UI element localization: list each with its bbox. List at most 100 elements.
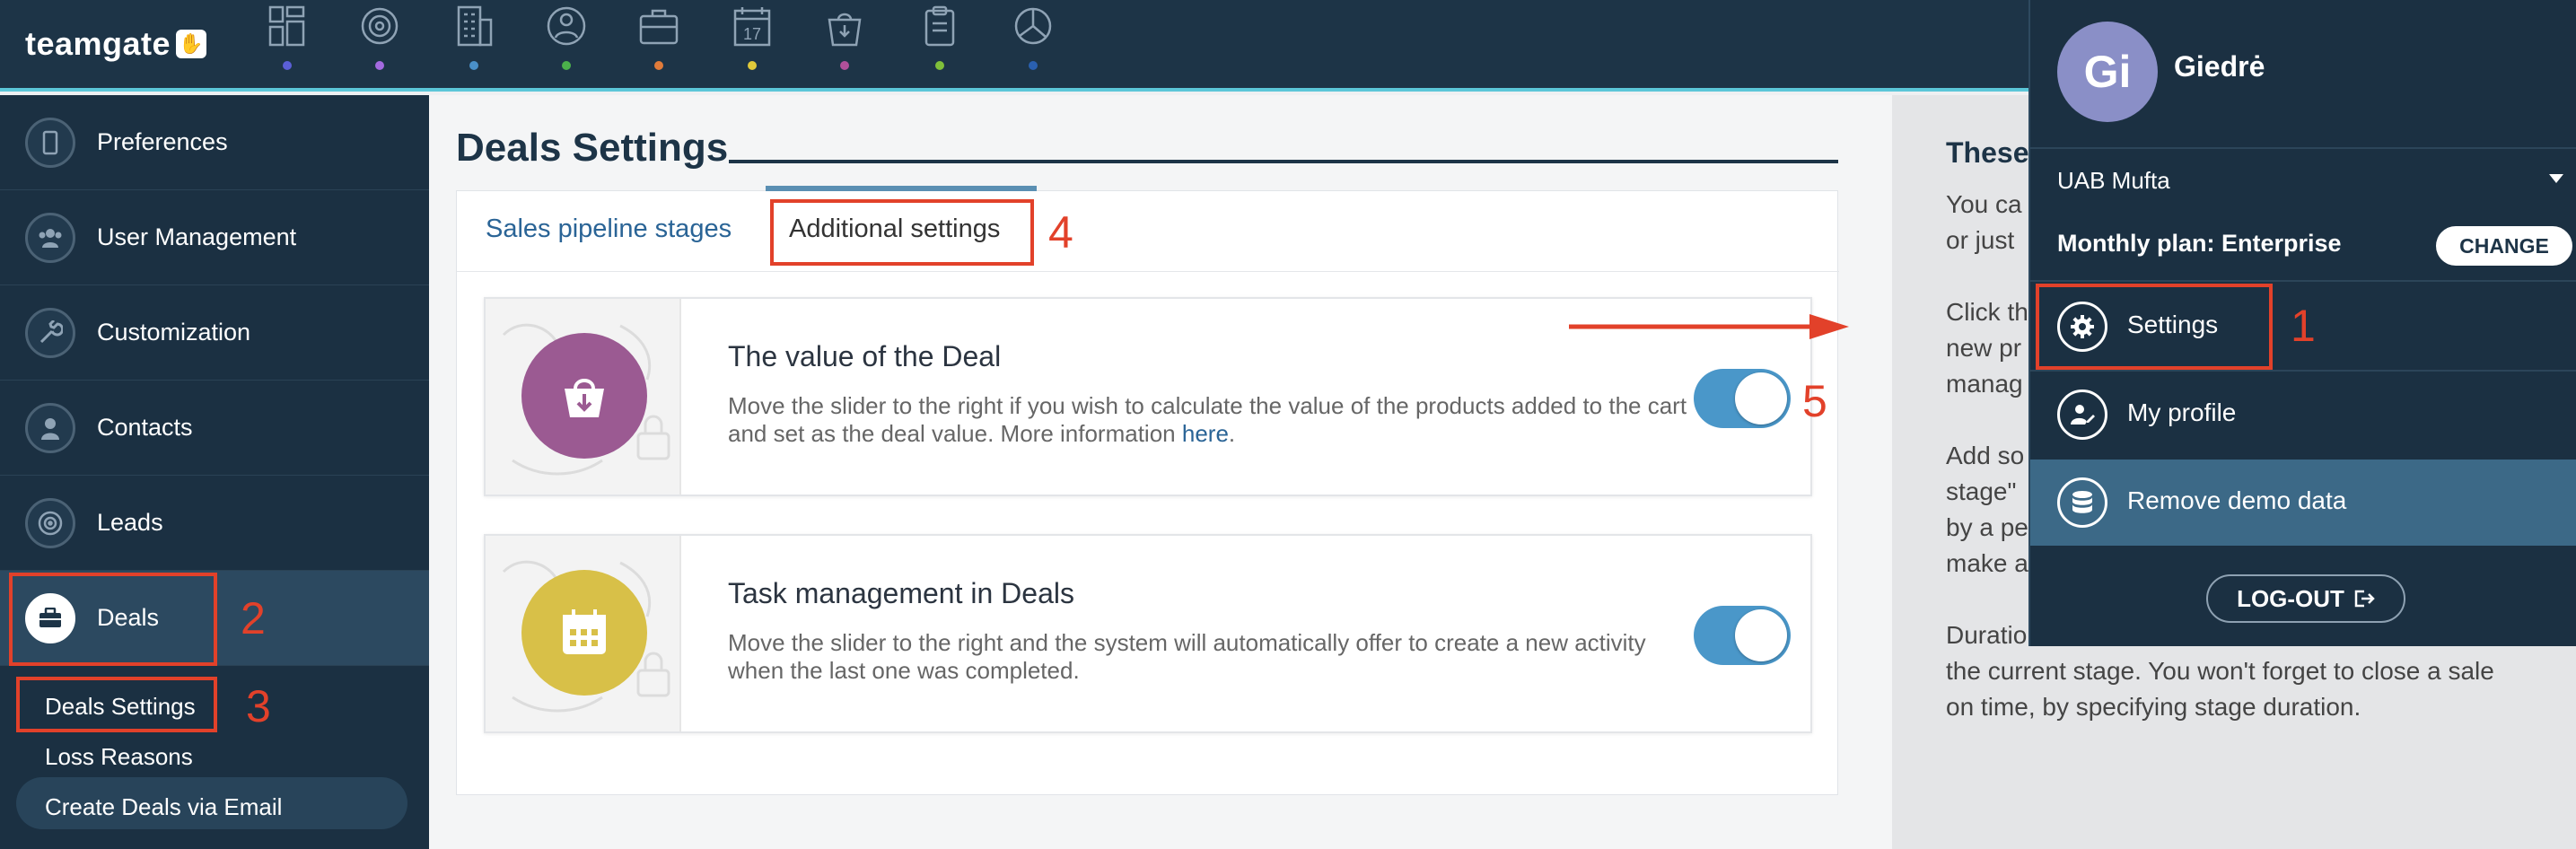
person-icon <box>25 402 75 453</box>
annotation-number: 5 <box>1802 376 1827 426</box>
help-text-line: the current stage. You won't forget to c… <box>1946 657 2494 685</box>
nav-calendar[interactable]: 17 <box>725 4 779 75</box>
sidebar-item-contacts[interactable]: Contacts <box>0 381 429 476</box>
change-plan-button[interactable]: CHANGE <box>2436 226 2572 266</box>
annotation-arrow-icon <box>1569 314 1849 339</box>
nav-reports[interactable] <box>1006 4 1060 75</box>
sidebar-subitem-loss-reasons[interactable]: Loss Reasons <box>45 743 193 771</box>
contacts-icon <box>547 6 586 46</box>
annotation-number: 2 <box>241 593 266 643</box>
sidebar-item-leads[interactable]: Leads <box>0 476 429 571</box>
nav-dot <box>748 61 757 70</box>
help-text-line: make a <box>1946 549 2028 577</box>
nav-dashboard[interactable] <box>260 4 314 75</box>
menu-item-my-profile[interactable]: My profile <box>2030 372 2576 458</box>
sidebar-item-preferences[interactable]: Preferences <box>0 95 429 190</box>
nav-dot <box>1029 61 1038 70</box>
annotation-box-settings <box>2036 284 2273 370</box>
user-name: Giedrė <box>2174 50 2265 83</box>
nav-dot <box>469 61 478 70</box>
annotation-box-deals <box>9 573 217 666</box>
sidebar-subitem-create-deals-via-email[interactable]: Create Deals via Email <box>45 793 282 821</box>
task-management-toggle[interactable] <box>1694 606 1791 665</box>
logo-hand-icon: ✋ <box>176 30 207 58</box>
calendar-day: 17 <box>743 25 761 43</box>
tab-bar: Sales pipeline stages Additional setting… <box>457 186 1839 272</box>
help-text-line: by a pe <box>1946 513 2028 541</box>
setting-illustration <box>486 536 681 731</box>
setting-illustration <box>486 299 681 495</box>
briefcase-icon <box>639 9 679 45</box>
tab-sales-pipeline-stages[interactable]: Sales pipeline stages <box>486 214 732 244</box>
help-text-line: manag <box>1946 370 2023 398</box>
sidebar-item-user-management[interactable]: User Management <box>0 190 429 285</box>
clipboard-icon <box>924 5 955 47</box>
nav-dot <box>840 61 849 70</box>
help-text-line: You ca <box>1946 190 2022 218</box>
setting-title: Task management in Deals <box>728 577 1074 609</box>
caret-down-icon[interactable] <box>2549 174 2563 183</box>
users-icon <box>25 212 75 263</box>
dashboard-icon <box>268 5 305 47</box>
sidebar-item-label: User Management <box>97 223 297 250</box>
active-tab-indicator <box>766 186 1037 191</box>
title-divider <box>729 160 1838 163</box>
divider <box>2030 147 2576 149</box>
annotation-box-deals-settings <box>16 677 217 732</box>
setting-task-management: Task management in Deals Move the slider… <box>484 534 1812 733</box>
teamgate-logo[interactable]: teamgate ✋ <box>25 25 207 63</box>
menu-item-remove-demo-data[interactable]: Remove demo data <box>2030 460 2576 546</box>
building-icon <box>457 5 493 47</box>
help-title: These <box>1946 136 2029 169</box>
annotation-number: 1 <box>2291 301 2316 351</box>
help-text-line: stage" <box>1946 477 2017 505</box>
help-text-line: Add so <box>1946 442 2025 469</box>
nav-dot <box>935 61 944 70</box>
company-selector[interactable]: UAB Mufta <box>2057 167 2170 195</box>
more-info-link[interactable]: here <box>1182 420 1229 447</box>
target-icon <box>25 497 75 548</box>
sidebar-item-label: Leads <box>97 509 163 536</box>
calendar-icon: 17 <box>733 7 771 47</box>
sidebar-item-label: Contacts <box>97 414 193 441</box>
menu-item-label: My profile <box>2127 398 2237 426</box>
setting-description: Move the slider to the right if you wish… <box>728 392 1697 448</box>
nav-products[interactable] <box>818 4 872 75</box>
bag-download-icon <box>521 333 647 459</box>
avatar[interactable]: Gi <box>2057 22 2158 122</box>
deal-value-toggle[interactable] <box>1694 369 1791 428</box>
page-title: Deals Settings <box>456 126 729 170</box>
logout-button[interactable]: LOG-OUT <box>2206 574 2405 623</box>
settings-sidebar: Preferences User Management Customizatio… <box>0 95 429 849</box>
help-text-line: or just <box>1946 226 2015 254</box>
settings-card: Sales pipeline stages Additional setting… <box>456 186 1839 795</box>
description-suffix: . <box>1228 420 1236 447</box>
sidebar-item-label: Customization <box>97 319 251 346</box>
main-content: Deals Settings Sales pipeline stages Add… <box>429 95 1892 849</box>
nav-contacts[interactable] <box>539 4 593 75</box>
nav-deals[interactable] <box>632 4 686 75</box>
logout-icon <box>2354 590 2375 608</box>
nav-dot <box>654 61 663 70</box>
nav-dot <box>283 61 292 70</box>
sidebar-item-customization[interactable]: Customization <box>0 285 429 381</box>
annotation-number: 4 <box>1048 207 1073 258</box>
nav-companies[interactable] <box>447 4 501 75</box>
target-icon <box>361 7 399 45</box>
nav-tasks[interactable] <box>913 4 967 75</box>
menu-item-label: Remove demo data <box>2127 486 2347 514</box>
nav-leads[interactable] <box>353 4 407 75</box>
annotation-number: 3 <box>246 681 271 731</box>
nav-dot <box>562 61 571 70</box>
help-text-line: new pr <box>1946 334 2022 362</box>
annotation-box-additional-settings <box>770 199 1034 266</box>
pie-chart-icon <box>1014 7 1052 45</box>
nav-dot <box>375 61 384 70</box>
help-text-line: Click th <box>1946 298 2028 326</box>
logo-text: teamgate <box>25 25 171 62</box>
profile-edit-icon <box>2057 389 2107 440</box>
logout-label: LOG-OUT <box>2237 584 2344 612</box>
toggle-knob <box>1735 372 1787 424</box>
help-text-line: on time, by specifying stage duration. <box>1946 693 2361 721</box>
help-text-line: Duratio <box>1946 621 2028 649</box>
